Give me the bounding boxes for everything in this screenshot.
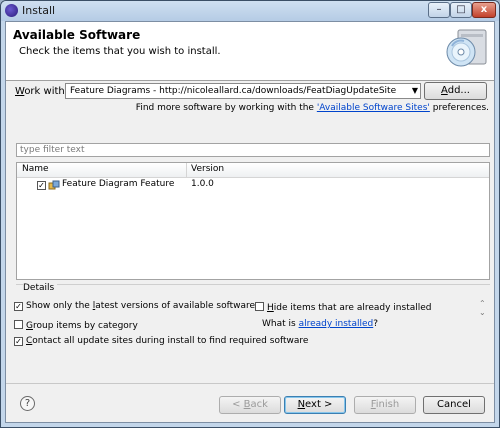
back-pre: <: [232, 399, 244, 410]
add-label-text: dd...: [447, 85, 470, 96]
back-post: ack: [250, 399, 268, 410]
next-button[interactable]: Next >: [284, 396, 346, 414]
maximize-button[interactable]: □: [450, 2, 472, 18]
find-more-software-text: Find more software by working with the '…: [136, 103, 489, 113]
column-header-version[interactable]: Version: [191, 164, 224, 174]
already-installed-link[interactable]: already installed: [299, 319, 374, 329]
option-group-by-category[interactable]: Group items by category: [14, 319, 138, 331]
feature-name: Feature Diagram Feature: [62, 179, 175, 189]
whatis-suffix: ?: [373, 319, 379, 329]
details-label: Details: [23, 283, 58, 293]
back-button[interactable]: < Back: [219, 396, 281, 414]
column-separator[interactable]: [186, 163, 187, 177]
wizard-client-area: Available Software Check the items that …: [5, 21, 495, 423]
add-mnemonic: A: [441, 85, 448, 96]
work-with-label-text: ork with:: [24, 86, 69, 97]
option-contact-update-sites[interactable]: ✓ Contact all update sites during install…: [14, 336, 308, 346]
help-icon[interactable]: ?: [20, 396, 35, 411]
latest-versions-checkbox[interactable]: ✓: [14, 302, 23, 311]
latest-post: atest versions of available software: [95, 301, 256, 311]
available-sites-link[interactable]: 'Available Software Sites': [317, 103, 430, 113]
next-post: ext >: [305, 399, 333, 410]
column-header-name[interactable]: Name: [22, 164, 49, 174]
install-cd-icon: [446, 29, 487, 67]
title-bar[interactable]: Install – □ x: [1, 1, 499, 21]
group-post: roup items by category: [32, 321, 138, 331]
find-more-suffix: preferences.: [429, 103, 489, 113]
work-with-combo[interactable]: Feature Diagrams - http://nicoleallard.c…: [65, 83, 421, 99]
work-with-label: Work with:: [15, 86, 68, 97]
work-with-mnemonic: W: [15, 86, 25, 97]
install-window: Install – □ x Available Software Check t…: [0, 0, 500, 428]
software-tree[interactable]: Name Version ✓ Feature Diagram Feature 1…: [16, 162, 490, 280]
page-subtitle: Check the items that you wish to install…: [19, 46, 221, 57]
cancel-button[interactable]: Cancel: [423, 396, 485, 414]
group-category-checkbox[interactable]: [14, 320, 23, 329]
feature-version: 1.0.0: [191, 179, 214, 189]
next-mnemonic: N: [297, 399, 306, 410]
feature-icon: [48, 180, 60, 190]
tree-header: Name Version: [17, 163, 489, 178]
page-title: Available Software: [13, 28, 141, 42]
group-mnemonic: G: [26, 321, 33, 331]
eclipse-app-icon: [5, 4, 18, 17]
table-row[interactable]: ✓ Feature Diagram Feature 1.0.0: [17, 178, 489, 192]
window-title: Install: [22, 4, 56, 17]
contact-post: ontact all update sites during install t…: [32, 336, 309, 346]
back-mnemonic: B: [243, 399, 251, 410]
whatis-prefix: What is: [262, 319, 299, 329]
minimize-button[interactable]: –: [428, 2, 450, 18]
hide-post: ide items that are already installed: [273, 303, 432, 313]
filter-input[interactable]: type filter text: [16, 143, 490, 157]
details-scroll-icon[interactable]: ⌃ ⌄: [479, 299, 486, 317]
option-latest-versions[interactable]: ✓ Show only the latest versions of availa…: [14, 301, 255, 311]
chevron-down-icon[interactable]: ▼: [412, 84, 418, 98]
hide-mnemonic: H: [267, 303, 274, 313]
latest-pre: Show only the: [26, 301, 93, 311]
feature-checkbox[interactable]: ✓: [37, 181, 46, 190]
button-bar-separator: [6, 383, 494, 384]
finish-post: inish: [375, 399, 400, 410]
close-button[interactable]: x: [472, 2, 496, 18]
contact-sites-checkbox[interactable]: ✓: [14, 337, 23, 346]
work-with-value: Feature Diagrams - http://nicoleallard.c…: [70, 86, 397, 96]
hide-installed-checkbox[interactable]: [255, 302, 264, 311]
what-is-installed-text: What is already installed?: [262, 319, 378, 329]
wizard-header: Available Software Check the items that …: [6, 22, 494, 81]
find-more-prefix: Find more software by working with the: [135, 103, 317, 113]
option-hide-installed[interactable]: Hide items that are already installed: [255, 301, 432, 313]
finish-button[interactable]: Finish: [354, 396, 416, 414]
add-site-button[interactable]: Add...: [424, 82, 487, 100]
